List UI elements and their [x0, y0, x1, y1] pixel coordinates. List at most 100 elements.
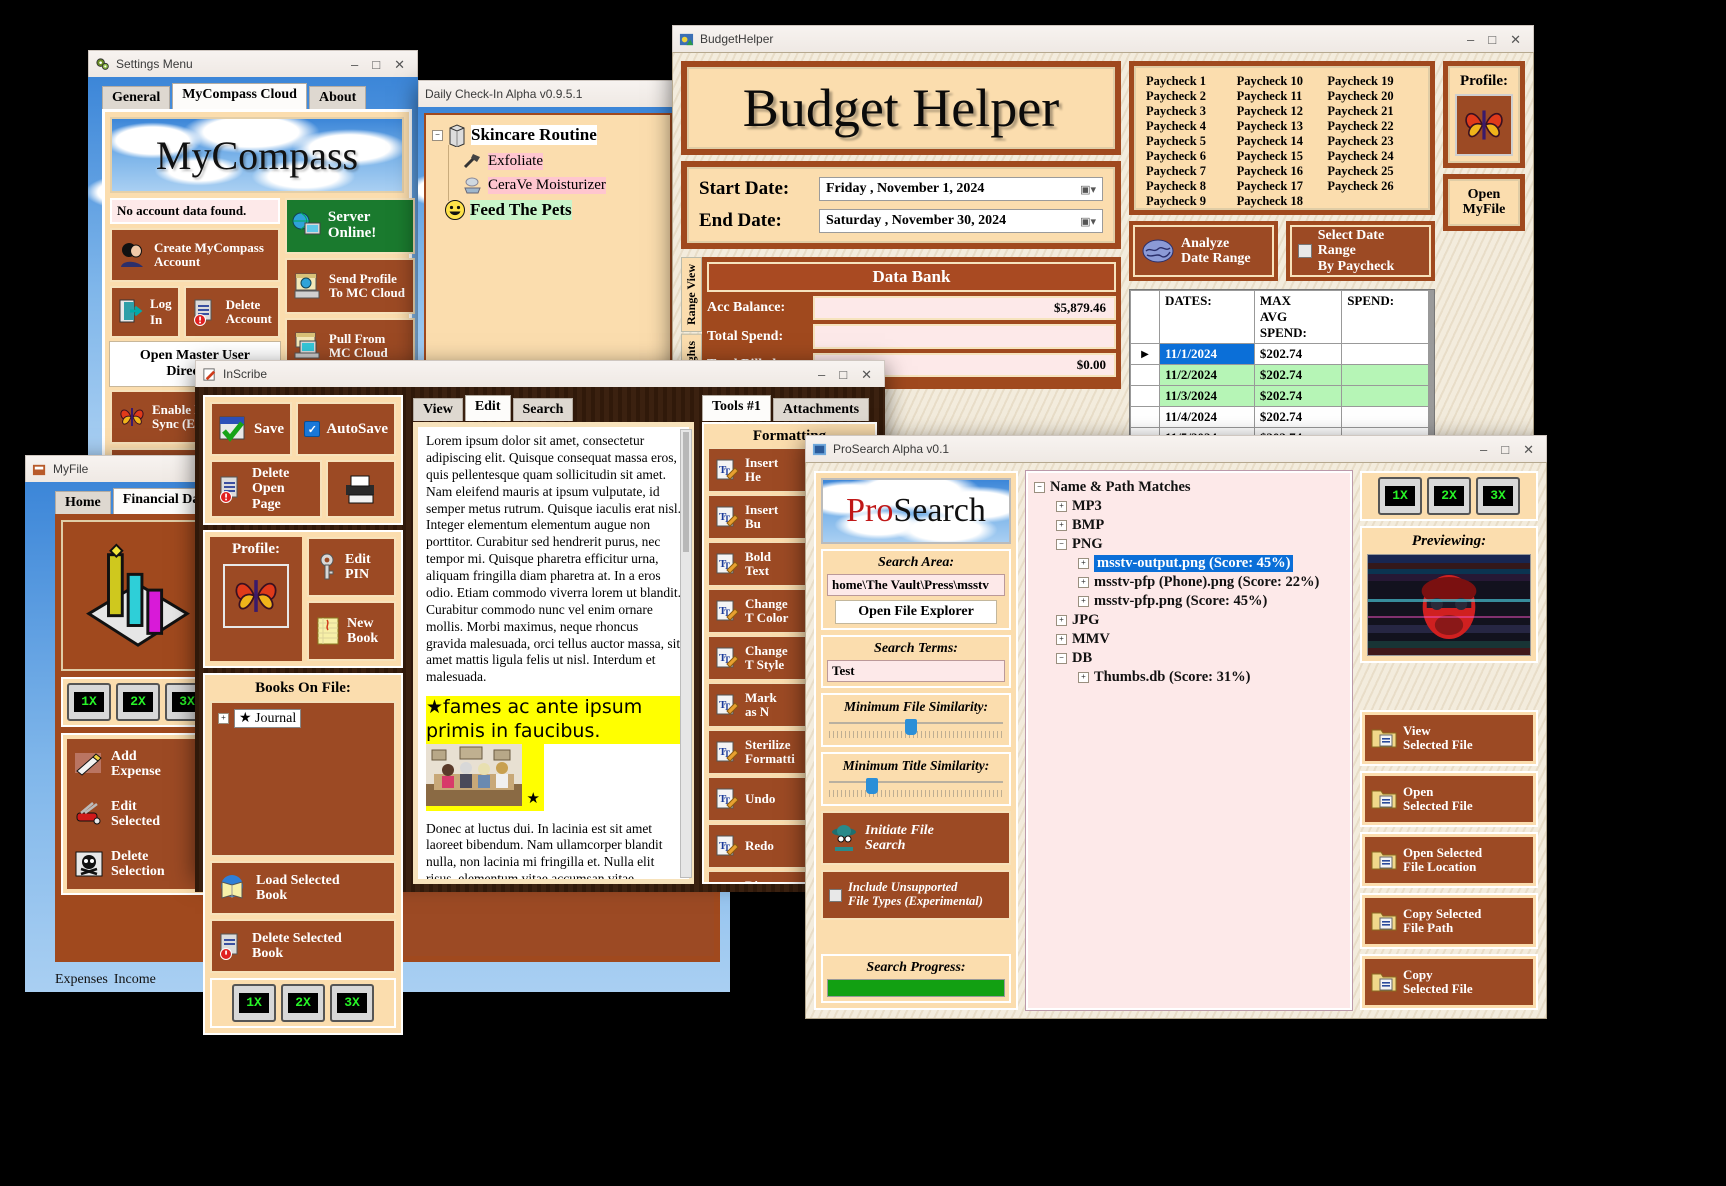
paycheck-item[interactable]: Paycheck 24	[1327, 149, 1418, 164]
paycheck-item[interactable]: Paycheck 12	[1237, 104, 1328, 119]
zoom-1x-button[interactable]: 1X	[1378, 477, 1422, 515]
edit-pin-button[interactable]: Edit PIN	[307, 537, 396, 597]
paycheck-item[interactable]: Paycheck 18	[1237, 194, 1328, 209]
inscribe-titlebar[interactable]: InScribe – □ ✕	[195, 360, 885, 387]
daily-checkin-window[interactable]: Daily Check-In Alpha v0.9.5.1 − Skincare…	[418, 80, 678, 397]
minimize-button[interactable]: –	[351, 58, 358, 71]
prosearch-zoom-row[interactable]: 1X 2X 3X	[1360, 471, 1538, 521]
copy-selected-file-button[interactable]: Copy Selected File	[1365, 959, 1533, 1005]
calendar-dropdown-icon[interactable]: ▣▾	[1080, 183, 1096, 196]
paycheck-item[interactable]: Paycheck 21	[1327, 104, 1418, 119]
tree-expander-minus-icon[interactable]: −	[1034, 482, 1045, 493]
tree-expander-minus-icon[interactable]: −	[1056, 539, 1067, 550]
maximize-button[interactable]: □	[839, 368, 847, 381]
tree-node[interactable]: + BMP	[1056, 517, 1344, 534]
book-item-label[interactable]: ★ Journal	[234, 709, 302, 728]
minimize-button[interactable]: –	[1467, 33, 1474, 46]
search-area-input[interactable]: home\The Vault\Press\msstv	[827, 574, 1005, 596]
tree-expander-plus-icon[interactable]: +	[1078, 558, 1089, 569]
side-tab-range-view[interactable]: Range View	[681, 257, 702, 332]
zoom-2x-button[interactable]: 2X	[281, 984, 325, 1022]
tree-node[interactable]: + MP3	[1056, 498, 1344, 515]
profile-avatar[interactable]	[1455, 94, 1513, 156]
table-row[interactable]: 11/4/2024 $202.74	[1130, 406, 1434, 428]
paycheck-item[interactable]: Paycheck 6	[1146, 149, 1237, 164]
copy-selected-file-path-button[interactable]: Copy Selected File Path	[1365, 898, 1533, 944]
tree-expander-plus-icon[interactable]: +	[1056, 615, 1067, 626]
paycheck-item[interactable]: Paycheck 8	[1146, 179, 1237, 194]
paycheck-item[interactable]: Paycheck 20	[1327, 89, 1418, 104]
inscribe-zoom-row[interactable]: 1X 2X 3X	[210, 978, 396, 1028]
paycheck-item[interactable]: Paycheck 16	[1237, 164, 1328, 179]
minimize-button[interactable]: –	[818, 368, 825, 381]
min-file-sim-slider[interactable]	[827, 719, 1005, 741]
myfile-bottom-tabs[interactable]: Expenses Income	[55, 972, 156, 988]
tab-general[interactable]: General	[102, 86, 171, 109]
checkin-tree[interactable]: − Skincare Routine Exfoliate CeraVe Mois…	[424, 113, 672, 397]
settings-titlebar[interactable]: Settings Menu – □ ✕	[88, 50, 418, 77]
autosave-checkbox[interactable]: ✓	[304, 421, 321, 437]
paycheck-item[interactable]: Paycheck 3	[1146, 104, 1237, 119]
maximize-button[interactable]: □	[1488, 33, 1496, 46]
delete-account-button[interactable]: Delete Account	[183, 286, 280, 338]
tree-node[interactable]: + JPG	[1056, 612, 1344, 629]
tree-expander-plus-icon[interactable]: +	[1056, 634, 1067, 645]
tree-expander-plus-icon[interactable]: +	[1056, 520, 1067, 531]
tab-expenses[interactable]: Expenses	[55, 972, 108, 988]
prosearch-titlebar[interactable]: ProSearch Alpha v0.1 – □ ✕	[805, 435, 1547, 462]
delete-open-page-button[interactable]: Delete Open Page	[210, 460, 322, 518]
add-expense-button[interactable]: Add Expense	[67, 739, 209, 789]
server-online-button[interactable]: Server Online!	[284, 198, 415, 254]
tree-expander-minus[interactable]: −	[432, 129, 443, 141]
paycheck-item[interactable]: Paycheck 25	[1327, 164, 1418, 179]
tree-expander-minus-icon[interactable]: −	[1056, 653, 1067, 664]
tab-mycompass-cloud[interactable]: MyCompass Cloud	[172, 83, 307, 109]
send-profile-button[interactable]: Send Profile To MC Cloud	[284, 258, 415, 314]
paycheck-item[interactable]: Paycheck 4	[1146, 119, 1237, 134]
close-button[interactable]: ✕	[861, 368, 872, 381]
tree-expander-plus-icon[interactable]: +	[1078, 672, 1089, 683]
document-scrollbar[interactable]	[680, 429, 692, 878]
budget-titlebar[interactable]: BudgetHelper – □ ✕	[672, 25, 1534, 52]
autosave-toggle[interactable]: ✓ AutoSave	[296, 402, 396, 456]
paycheck-checkbox[interactable]	[1298, 244, 1312, 258]
zoom-2x-button[interactable]: 2X	[116, 683, 160, 721]
open-selected-file-location-button[interactable]: Open Selected File Location	[1365, 837, 1533, 883]
min-title-sim-slider[interactable]	[827, 778, 1005, 800]
include-unsupported-checkbox[interactable]	[829, 888, 842, 902]
slider-thumb[interactable]	[866, 778, 879, 794]
close-button[interactable]: ✕	[1523, 443, 1534, 456]
preview-image[interactable]	[1367, 554, 1531, 656]
tree-node[interactable]: + MMV	[1056, 631, 1344, 648]
paycheck-item[interactable]: Paycheck 23	[1327, 134, 1418, 149]
maximize-button[interactable]: □	[1501, 443, 1509, 456]
profile-avatar[interactable]	[223, 564, 289, 628]
paycheck-item[interactable]: Paycheck 19	[1327, 74, 1418, 89]
books-list[interactable]: + ★ Journal	[210, 701, 396, 857]
settings-tabs[interactable]: General MyCompass Cloud About	[102, 83, 367, 109]
tab-tools-1[interactable]: Tools #1	[702, 395, 771, 421]
calendar-dropdown-icon[interactable]: ▣▾	[1080, 215, 1096, 228]
tab-income[interactable]: Income	[114, 972, 156, 988]
open-selected-file-button[interactable]: Open Selected File	[1365, 776, 1533, 822]
tree-node[interactable]: + Thumbs.db (Score: 31%)	[1078, 669, 1344, 686]
end-date-input[interactable]: Saturday , November 30, 2024 ▣▾	[819, 209, 1103, 233]
close-button[interactable]: ✕	[1510, 33, 1521, 46]
zoom-1x-button[interactable]: 1X	[232, 984, 276, 1022]
zoom-3x-button[interactable]: 3X	[330, 984, 374, 1022]
new-book-button[interactable]: New Book	[307, 601, 396, 661]
save-button[interactable]: Save	[210, 402, 293, 456]
delete-book-button[interactable]: Delete Selected Book	[210, 919, 396, 973]
open-file-explorer-button[interactable]: Open File Explorer	[835, 600, 997, 624]
tree-node[interactable]: − Name & Path Matches	[1034, 479, 1344, 496]
select-by-paycheck-button[interactable]: Select Date Range By Paycheck	[1290, 225, 1431, 277]
tab-edit[interactable]: Edit	[464, 395, 511, 421]
tab-view[interactable]: View	[413, 398, 463, 421]
paycheck-item[interactable]: Paycheck 15	[1237, 149, 1328, 164]
zoom-1x-button[interactable]: 1X	[67, 683, 111, 721]
paycheck-item[interactable]: Paycheck 10	[1237, 74, 1328, 89]
print-button[interactable]	[326, 460, 396, 518]
paycheck-item[interactable]: Paycheck 14	[1237, 134, 1328, 149]
tree-expander-plus-icon[interactable]: +	[1078, 577, 1089, 588]
paycheck-item[interactable]: Paycheck 1	[1146, 74, 1237, 89]
